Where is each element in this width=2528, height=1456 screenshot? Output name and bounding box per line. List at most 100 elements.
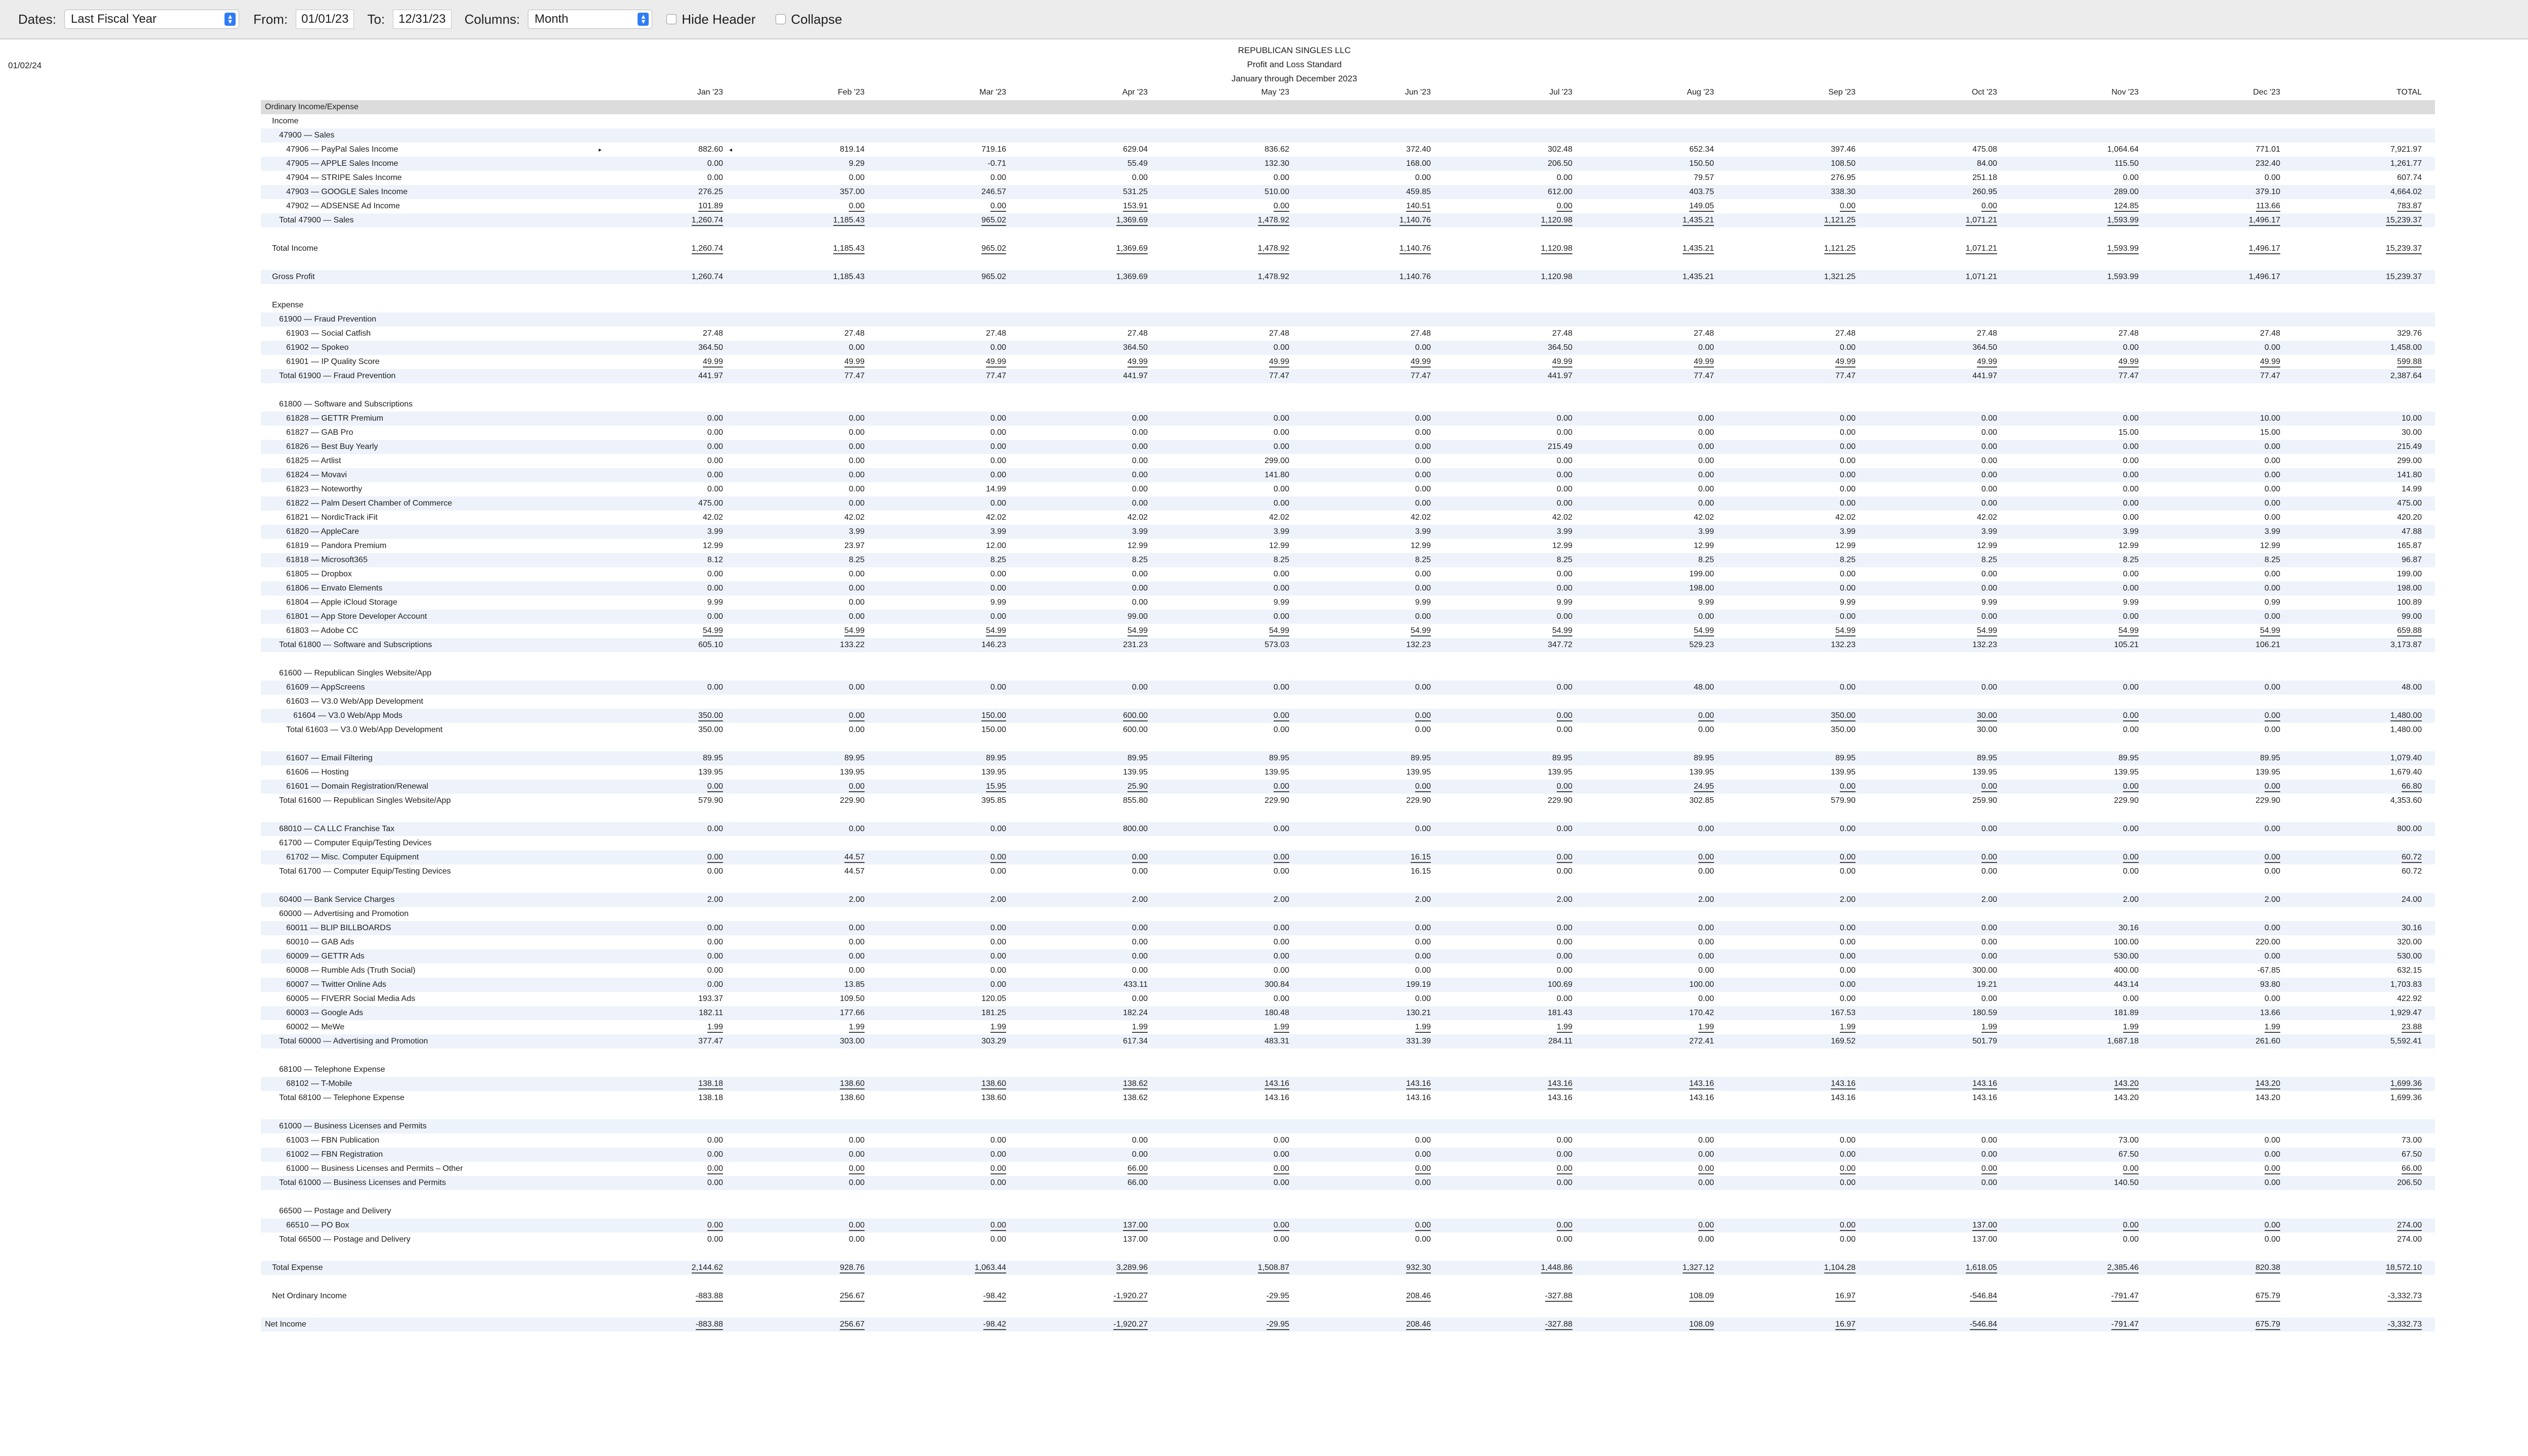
amount-cell[interactable]: 0.00: [1727, 199, 1869, 213]
amount-cell[interactable]: 0.00: [1161, 949, 1302, 964]
amount-cell[interactable]: 0.00: [736, 921, 878, 935]
amount-cell[interactable]: 246.57: [878, 185, 1019, 199]
amount-cell[interactable]: 27.48: [2010, 327, 2152, 341]
amount-cell[interactable]: 229.90: [1161, 794, 1302, 808]
amount-cell[interactable]: 501.79: [1869, 1034, 2010, 1049]
amount-cell[interactable]: [1727, 298, 1869, 312]
amount-cell[interactable]: 0.00: [878, 850, 1019, 864]
amount-cell[interactable]: 23.88: [2293, 1020, 2435, 1034]
amount-cell[interactable]: 0.00: [1444, 921, 1586, 935]
amount-cell[interactable]: 9.99: [1302, 596, 1444, 610]
section-header-row[interactable]: Ordinary Income/Expense: [261, 100, 2435, 114]
amount-cell[interactable]: 54.99: [878, 624, 1019, 638]
amount-cell[interactable]: 89.95: [878, 751, 1019, 765]
amount-cell[interactable]: 0.00: [1869, 426, 2010, 440]
amount-cell[interactable]: [1727, 1063, 1869, 1077]
amount-cell[interactable]: 836.62: [1161, 143, 1302, 157]
amount-cell[interactable]: 3,173.87: [2293, 638, 2435, 652]
column-header[interactable]: Sep '23: [1727, 85, 1869, 100]
amount-cell[interactable]: 0.00: [1302, 341, 1444, 355]
amount-cell[interactable]: 0.00: [1161, 171, 1302, 185]
amount-cell[interactable]: 0.00: [2152, 780, 2293, 794]
amount-cell[interactable]: 0.00: [1444, 680, 1586, 695]
amount-cell[interactable]: [1869, 100, 2010, 114]
amount-cell[interactable]: 106.21: [2152, 638, 2293, 652]
table-row[interactable]: 68010 — CA LLC Franchise Tax 0.00 0.00 0.00…: [261, 822, 2435, 836]
amount-cell[interactable]: 198.00: [2293, 581, 2435, 596]
table-row[interactable]: 61902 — Spokeo 364.50 0.00 0.00 364.50 0.00 0.…: [261, 341, 2435, 355]
amount-cell[interactable]: 475.00: [2293, 496, 2435, 511]
amount-cell[interactable]: 12.99: [2152, 539, 2293, 553]
amount-cell[interactable]: 0.00: [1727, 468, 1869, 482]
amount-cell[interactable]: 0.00: [1302, 426, 1444, 440]
amount-cell[interactable]: 1,593.99: [2010, 213, 2152, 228]
amount-cell[interactable]: 137.00: [1019, 1233, 1161, 1247]
amount-cell[interactable]: [1302, 695, 1444, 709]
amount-cell[interactable]: 169.52: [1727, 1034, 1869, 1049]
amount-cell[interactable]: 0.00: [2152, 992, 2293, 1006]
amount-cell[interactable]: 13.66: [2152, 1006, 2293, 1020]
amount-cell[interactable]: 77.47: [736, 369, 878, 383]
amount-cell[interactable]: [1869, 836, 2010, 850]
amount-cell[interactable]: [736, 1204, 878, 1218]
amount-cell[interactable]: 0.00: [2152, 567, 2293, 581]
amount-cell[interactable]: 54.99: [1019, 624, 1161, 638]
amount-cell[interactable]: 1,480.00: [2293, 709, 2435, 723]
amount-cell[interactable]: 259.90: [1869, 794, 2010, 808]
amount-cell[interactable]: 276.95: [1727, 171, 1869, 185]
amount-cell[interactable]: [1302, 1063, 1444, 1077]
amount-cell[interactable]: 42.02: [1302, 511, 1444, 525]
amount-cell[interactable]: 229.90: [2152, 794, 2293, 808]
table-row[interactable]: Total 61000 — Business Licenses and Perm…: [261, 1176, 2435, 1190]
amount-cell[interactable]: 300.84: [1161, 978, 1302, 992]
amount-cell[interactable]: 600.00: [1019, 709, 1161, 723]
amount-cell[interactable]: 208.46: [1302, 1317, 1444, 1332]
table-row[interactable]: Total 61603 — V3.0 Web/App Development 35…: [261, 723, 2435, 737]
amount-cell[interactable]: 0.00: [1161, 482, 1302, 496]
amount-cell[interactable]: [595, 1204, 736, 1218]
amount-cell[interactable]: 0.00: [1869, 1148, 2010, 1162]
amount-cell[interactable]: -327.88: [1444, 1317, 1586, 1332]
amount-cell[interactable]: 1,071.21: [1869, 242, 2010, 256]
amount-cell[interactable]: 0.00: [1161, 341, 1302, 355]
amount-cell[interactable]: [1019, 1063, 1161, 1077]
amount-cell[interactable]: -98.42: [878, 1289, 1019, 1303]
from-date-field[interactable]: 01/01/23: [296, 10, 354, 29]
amount-cell[interactable]: 1,699.36: [2293, 1091, 2435, 1105]
amount-cell[interactable]: 1,435.21: [1586, 213, 1727, 228]
amount-cell[interactable]: 143.20: [2152, 1091, 2293, 1105]
amount-cell[interactable]: 0.00: [878, 964, 1019, 978]
amount-cell[interactable]: 3.99: [1161, 525, 1302, 539]
column-header[interactable]: Nov '23: [2010, 85, 2152, 100]
amount-cell[interactable]: 16.97: [1727, 1317, 1869, 1332]
amount-cell[interactable]: 0.00: [878, 1148, 1019, 1162]
amount-cell[interactable]: 0.00: [1869, 780, 2010, 794]
amount-cell[interactable]: 0.00: [878, 199, 1019, 213]
amount-cell[interactable]: 347.72: [1444, 638, 1586, 652]
amount-cell[interactable]: 232.40: [2152, 157, 2293, 171]
amount-cell[interactable]: 0.00: [595, 1233, 736, 1247]
amount-cell[interactable]: 99.00: [1019, 610, 1161, 624]
column-header[interactable]: Aug '23: [1586, 85, 1727, 100]
amount-cell[interactable]: [1161, 100, 1302, 114]
amount-cell[interactable]: 49.99: [1869, 355, 2010, 369]
amount-cell[interactable]: [736, 312, 878, 327]
amount-cell[interactable]: 8.25: [1586, 553, 1727, 567]
amount-cell[interactable]: 1,071.21: [1869, 213, 2010, 228]
amount-cell[interactable]: 27.48: [2152, 327, 2293, 341]
amount-cell[interactable]: 0.00: [1161, 921, 1302, 935]
amount-cell[interactable]: 1.99: [1302, 1020, 1444, 1034]
table-row[interactable]: Total 61800 — Software and Subscriptions…: [261, 638, 2435, 652]
amount-cell[interactable]: 101.89: [595, 199, 736, 213]
amount-cell[interactable]: [595, 298, 736, 312]
amount-cell[interactable]: 0.00: [1727, 567, 1869, 581]
amount-cell[interactable]: 1,369.69: [1019, 213, 1161, 228]
amount-cell[interactable]: 579.90: [595, 794, 736, 808]
amount-cell[interactable]: 1,369.69: [1019, 242, 1161, 256]
amount-cell[interactable]: 9.99: [1586, 596, 1727, 610]
amount-cell[interactable]: [595, 100, 736, 114]
amount-cell[interactable]: [595, 836, 736, 850]
amount-cell[interactable]: 14.99: [2293, 482, 2435, 496]
amount-cell[interactable]: [1869, 695, 2010, 709]
amount-cell[interactable]: 0.00: [1161, 780, 1302, 794]
